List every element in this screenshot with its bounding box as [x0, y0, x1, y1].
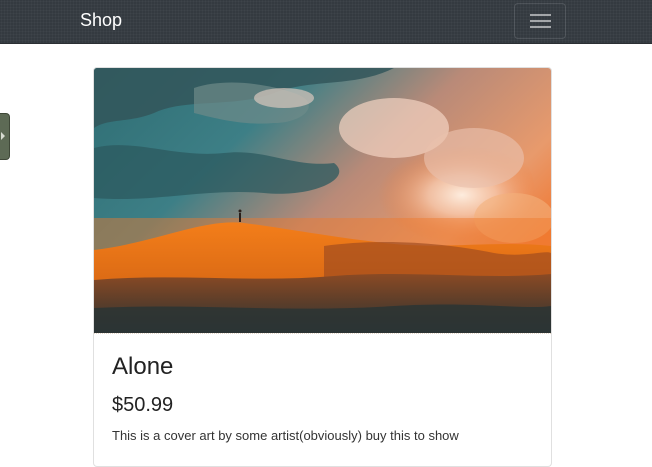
product-price: $50.99 [112, 394, 174, 416]
product-description: This is a cover art by some artist(obvio… [112, 428, 459, 443]
hamburger-icon-bar [530, 20, 551, 22]
hamburger-icon-bar [530, 26, 551, 28]
caret-right-icon [1, 132, 5, 140]
product-card: Alone $50.99 This is a cover art by some… [93, 67, 552, 467]
side-drawer-tab[interactable] [0, 113, 10, 160]
hamburger-icon [530, 14, 551, 16]
card-body: Alone $50.99 This is a cover art by some… [94, 333, 551, 445]
product-image[interactable] [94, 68, 551, 333]
navbar-toggler-button[interactable] [514, 3, 566, 39]
product-title: Alone [112, 353, 174, 380]
brand-link[interactable]: Shop [80, 9, 122, 31]
top-navbar: Shop [0, 0, 652, 44]
